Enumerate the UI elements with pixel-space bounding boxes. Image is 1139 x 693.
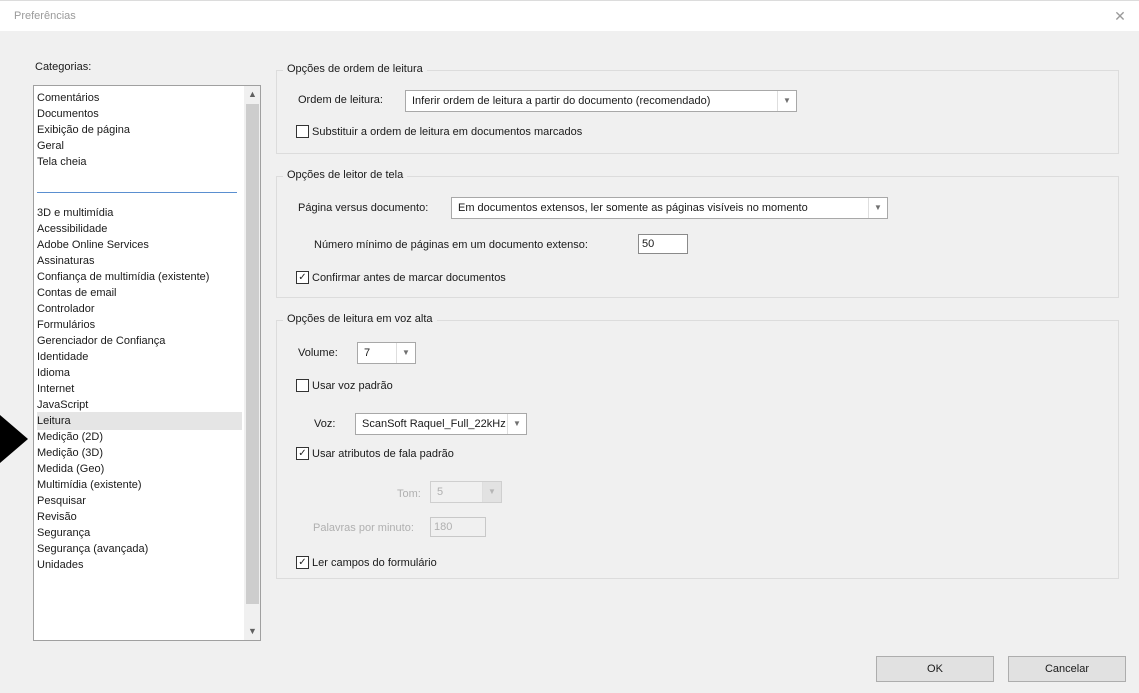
default-voice-label: Usar voz padrão xyxy=(312,380,393,393)
tone-label: Tom: xyxy=(397,488,421,500)
page-vs-doc-label: Página versus documento: xyxy=(298,202,429,214)
category-item[interactable]: Tela cheia xyxy=(37,153,242,171)
categories-scrollbar[interactable]: ▲ ▼ xyxy=(244,86,260,640)
read-fields-label: Ler campos do formulário xyxy=(312,557,437,570)
voice-value: ScanSoft Raquel_Full_22kHz xyxy=(362,418,506,430)
default-speech-label: Usar atributos de fala padrão xyxy=(312,448,454,461)
checkbox-box[interactable]: ✓ xyxy=(296,446,309,460)
checkbox-box[interactable]: ✓ xyxy=(296,270,309,284)
min-pages-input[interactable]: 50 xyxy=(638,234,688,254)
override-order-label: Substituir a ordem de leitura em documen… xyxy=(312,126,583,139)
ok-button[interactable]: OK xyxy=(876,656,994,682)
chevron-down-icon[interactable]: ▼ xyxy=(507,414,526,434)
confirm-tagging-label: Confirmar antes de marcar documentos xyxy=(312,272,506,285)
page-vs-doc-select[interactable]: Em documentos extensos, ler somente as p… xyxy=(451,197,888,219)
reading-order-group: Opções de ordem de leitura xyxy=(276,63,1119,154)
default-speech-checkbox[interactable]: ✓ Usar atributos de fala padrão xyxy=(296,446,454,463)
min-pages-label: Número mínimo de páginas em um documento… xyxy=(314,239,588,251)
voice-select[interactable]: ScanSoft Raquel_Full_22kHz ▼ xyxy=(355,413,527,435)
screen-reader-title: Opções de leitor de tela xyxy=(283,169,408,181)
scrollbar-thumb[interactable] xyxy=(246,104,259,604)
window-title: Preferências xyxy=(14,10,76,22)
title-bar: Preferências ✕ xyxy=(0,1,1139,31)
chevron-down-icon[interactable]: ▼ xyxy=(482,482,501,502)
chevron-down-icon[interactable]: ▼ xyxy=(868,198,887,218)
read-fields-checkbox[interactable]: ✓ Ler campos do formulário xyxy=(296,555,437,572)
cancel-button[interactable]: Cancelar xyxy=(1008,656,1126,682)
wpm-label: Palavras por minuto: xyxy=(313,522,414,534)
confirm-tagging-checkbox[interactable]: ✓ Confirmar antes de marcar documentos xyxy=(296,270,506,287)
reading-order-value: Inferir ordem de leitura a partir do doc… xyxy=(412,95,711,107)
checkbox-box[interactable] xyxy=(296,378,309,392)
scroll-up-icon[interactable]: ▲ xyxy=(244,86,260,103)
close-icon[interactable]: ✕ xyxy=(1111,7,1129,25)
order-label: Ordem de leitura: xyxy=(298,94,383,106)
volume-select[interactable]: 7 ▼ xyxy=(357,342,416,364)
category-item[interactable]: Unidades xyxy=(37,556,242,574)
categories-label: Categorias: xyxy=(35,61,92,73)
chevron-down-icon[interactable]: ▼ xyxy=(396,343,415,363)
default-voice-checkbox[interactable]: Usar voz padrão xyxy=(296,378,393,395)
tone-value: 5 xyxy=(437,486,444,498)
scroll-down-icon[interactable]: ▼ xyxy=(244,623,260,640)
override-order-checkbox[interactable]: Substituir a ordem de leitura em documen… xyxy=(296,124,583,141)
voice-label: Voz: xyxy=(314,418,336,430)
page-vs-doc-value: Em documentos extensos, ler somente as p… xyxy=(458,202,808,214)
checkbox-box[interactable]: ✓ xyxy=(296,555,309,569)
wpm-input[interactable]: 180 xyxy=(430,517,486,537)
chevron-down-icon[interactable]: ▼ xyxy=(777,91,796,111)
volume-value: 7 xyxy=(364,347,371,359)
tone-select[interactable]: 5 ▼ xyxy=(430,481,502,503)
preferences-dialog: Preferências ✕ Categorias: Comentários Do… xyxy=(0,0,1139,693)
reading-order-select[interactable]: Inferir ordem de leitura a partir do doc… xyxy=(405,90,797,112)
volume-label: Volume: xyxy=(298,347,338,359)
read-aloud-title: Opções de leitura em voz alta xyxy=(283,313,437,325)
categories-separator xyxy=(37,192,237,193)
reading-order-title: Opções de ordem de leitura xyxy=(283,63,427,75)
categories-list[interactable]: Comentários Documentos Exibição de página G… xyxy=(33,85,261,641)
pointer-arrow-icon xyxy=(0,415,28,463)
checkbox-box[interactable] xyxy=(296,124,309,138)
